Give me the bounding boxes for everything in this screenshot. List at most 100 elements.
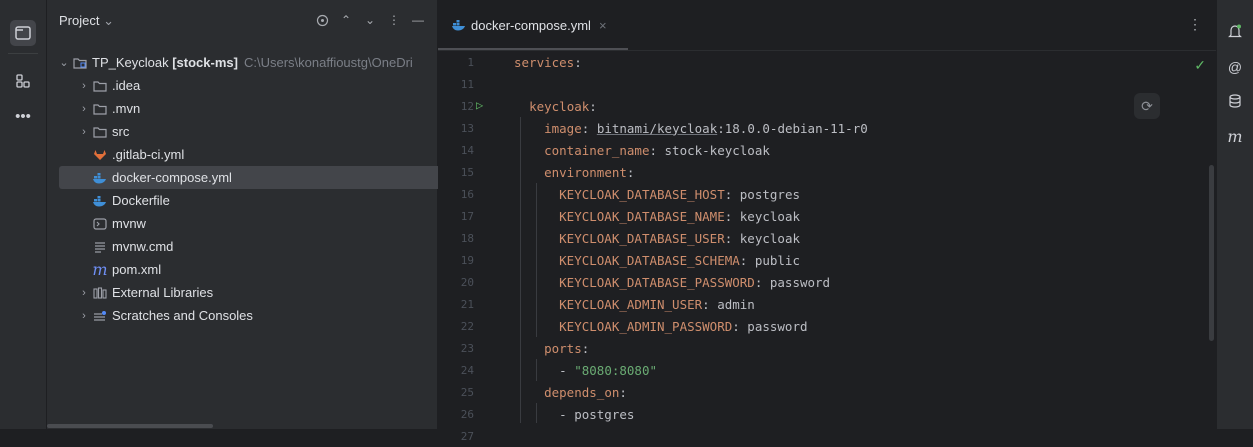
code-token: : password	[754, 274, 831, 290]
tree-item-mvnw-cmd[interactable]: mvnw.cmd	[47, 235, 437, 258]
chevron-right-icon[interactable]: ›	[77, 310, 91, 322]
code-token: environment	[544, 164, 627, 180]
root-module: [stock-ms]	[172, 55, 238, 70]
close-icon[interactable]: ×	[599, 18, 607, 33]
right-tool-strip: @ m	[1216, 0, 1253, 429]
tab-docker-compose[interactable]: docker-compose.yml ×	[438, 0, 628, 50]
tree-item-mvn[interactable]: › .mvn	[47, 97, 437, 120]
project-panel-header: Project ⌄ ⌃ ⌄ ⋮ —	[47, 0, 437, 40]
root-path: C:\Users\konaffioustg\OneDri	[243, 55, 413, 70]
vertical-scrollbar[interactable]	[1209, 165, 1214, 341]
maven-icon[interactable]: m	[1225, 126, 1245, 146]
code-text: environment:	[514, 165, 634, 180]
code-token: KEYCLOAK_DATABASE_SCHEMA	[559, 252, 740, 268]
chevron-right-icon[interactable]: ›	[77, 126, 91, 138]
chevron-down-icon: ⌄	[103, 13, 114, 28]
code-token: :	[626, 164, 635, 180]
crosshair-icon[interactable]	[313, 10, 331, 30]
code-line: 21 KEYCLOAK_ADMIN_USER: admin	[438, 293, 1216, 315]
code-token: container_name	[544, 142, 650, 158]
project-view-icon[interactable]	[10, 20, 36, 46]
tree-item-scratches[interactable]: › Scratches and Consoles	[47, 304, 437, 327]
code-area[interactable]: 1 services: 11 12 ▷ keycloak: 13 image: bitna…	[438, 51, 1216, 447]
more-icon[interactable]: ⋮	[385, 10, 403, 30]
docker-icon	[91, 172, 109, 184]
hide-icon[interactable]: —	[409, 10, 427, 30]
code-line: 20 KEYCLOAK_DATABASE_PASSWORD: password	[438, 271, 1216, 293]
tree-item-label: mvnw	[112, 216, 146, 231]
line-number: 17	[460, 209, 474, 223]
editor: docker-compose.yml × ⋮ ✓ ⟳ 1 services: 11 1…	[438, 0, 1216, 443]
code-token: KEYCLOAK_DATABASE_PASSWORD	[559, 274, 755, 290]
tree-item-dockerfile[interactable]: Dockerfile	[47, 189, 437, 212]
chevron-right-icon[interactable]: ›	[77, 103, 91, 115]
code-line: 23 ports:	[438, 337, 1216, 359]
chevron-right-icon[interactable]: ›	[77, 80, 91, 92]
notifications-icon[interactable]	[1225, 21, 1245, 41]
code-text: image: bitnami/keycloak:18.0.0-debian-11…	[514, 121, 868, 136]
code-token: depends_on	[544, 384, 620, 400]
code-token: - postgres	[514, 406, 635, 422]
code-text: KEYCLOAK_DATABASE_HOST: postgres	[514, 187, 800, 202]
collapse-icon[interactable]: ⌄	[361, 10, 379, 30]
tree-item-gitlab-ci[interactable]: .gitlab-ci.yml	[47, 143, 437, 166]
code-token: :	[581, 120, 597, 136]
code-token: : admin	[702, 296, 755, 312]
database-icon[interactable]	[1225, 91, 1245, 111]
line-number: 21	[460, 297, 474, 311]
code-token: : postgres	[724, 186, 800, 202]
tab-label: docker-compose.yml	[471, 17, 591, 33]
chevron-right-icon[interactable]: ›	[77, 287, 91, 299]
code-text: KEYCLOAK_DATABASE_SCHEMA: public	[514, 253, 800, 268]
indent-guide	[536, 183, 537, 337]
tree-root[interactable]: ⌄ TP_Keycloak [stock-ms] C:\Users\konaff…	[47, 51, 437, 74]
more-tools-icon[interactable]: •••	[10, 103, 36, 129]
code-token: KEYCLOAK_DATABASE_HOST	[559, 186, 725, 202]
tree-item-mvnw[interactable]: mvnw	[47, 212, 437, 235]
code-token: :	[589, 98, 597, 114]
code-line: 16 KEYCLOAK_DATABASE_HOST: postgres	[438, 183, 1216, 205]
gitlab-icon	[91, 149, 109, 161]
horizontal-scrollbar[interactable]	[47, 424, 213, 428]
folder-icon	[91, 126, 109, 138]
code-token: : keycloak	[724, 230, 800, 246]
tree-item-src[interactable]: › src	[47, 120, 437, 143]
run-icon[interactable]: ▷	[476, 98, 483, 112]
tree-item-docker-compose[interactable]: docker-compose.yml	[59, 166, 456, 189]
code-token: : keycloak	[724, 208, 800, 224]
code-line: 27	[438, 425, 1216, 447]
line-number: 13	[460, 121, 474, 135]
structure-icon[interactable]	[10, 68, 36, 94]
tree-item-idea[interactable]: › .idea	[47, 74, 437, 97]
code-token: :	[581, 340, 590, 356]
tree-item-external-libraries[interactable]: › External Libraries	[47, 281, 437, 304]
expand-icon[interactable]: ⌃	[337, 10, 355, 30]
code-line: 19 KEYCLOAK_DATABASE_SCHEMA: public	[438, 249, 1216, 271]
text-file-icon	[91, 241, 109, 253]
tree-item-pom[interactable]: m pom.xml	[47, 258, 437, 281]
code-line: 14 container_name: stock-keycloak	[438, 139, 1216, 161]
code-text: KEYCLOAK_ADMIN_PASSWORD: password	[514, 318, 807, 334]
line-number: 19	[460, 253, 474, 267]
tree-item-label: src	[112, 124, 130, 139]
project-view-selector[interactable]: Project ⌄	[59, 13, 114, 29]
code-token: -	[514, 362, 575, 378]
tab-menu-icon[interactable]: ⋮	[1188, 16, 1202, 33]
code-token: :	[619, 384, 627, 400]
line-number: 20	[460, 275, 474, 289]
line-number: 23	[460, 341, 474, 355]
line-number: 26	[460, 407, 474, 421]
code-line: 11	[438, 73, 1216, 95]
line-number: 14	[460, 143, 474, 157]
tree-item-label: External Libraries	[112, 285, 214, 300]
code-line: 26 - postgres	[438, 403, 1216, 425]
code-token: image	[544, 120, 582, 136]
code-token: KEYCLOAK_ADMIN_PASSWORD	[559, 318, 733, 334]
chevron-down-icon[interactable]: ⌄	[57, 56, 71, 69]
tree-item-label: mvnw.cmd	[112, 239, 174, 254]
ai-assistant-icon[interactable]: @	[1225, 57, 1245, 77]
code-line: 18 KEYCLOAK_DATABASE_USER: keycloak	[438, 227, 1216, 249]
